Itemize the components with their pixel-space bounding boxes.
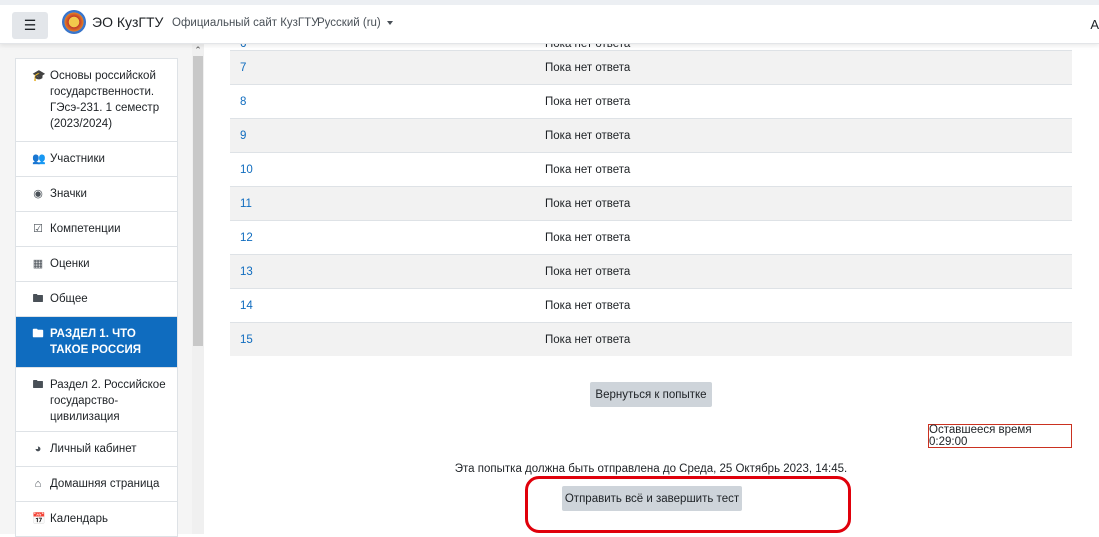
table-icon: ▦ xyxy=(32,258,44,270)
section-1-link[interactable]: 🖿 РАЗДЕЛ 1. ЧТО ТАКОЕ РОССИЯ xyxy=(16,317,177,368)
user-menu-cut[interactable]: А xyxy=(1090,17,1099,32)
return-to-attempt-button[interactable]: Вернуться к попытке xyxy=(590,382,712,407)
question-number-link[interactable]: 7 xyxy=(230,62,545,74)
attempt-summary-table: 6 Пока нет ответа 7 Пока нет ответа 8 Пока … xyxy=(230,38,1072,356)
hamburger-icon: ☰ xyxy=(23,17,37,33)
grades-link[interactable]: ▦ Оценки xyxy=(16,247,177,282)
question-status: Пока нет ответа xyxy=(545,265,631,278)
question-number-link[interactable]: 14 xyxy=(230,300,545,312)
language-label: Русский ‎(ru)‎ xyxy=(317,17,381,29)
question-status: Пока нет ответа xyxy=(545,333,631,346)
question-status: Пока нет ответа xyxy=(545,163,631,176)
course-title-link[interactable]: 🎓 Основы российской государственности. ГЭ… xyxy=(16,59,177,142)
folder-icon: 🖿 xyxy=(32,328,44,340)
home-link[interactable]: ⌂ Домашняя страница xyxy=(16,467,177,502)
time-remaining-box: Оставшееся время 0:29:00 xyxy=(928,424,1072,448)
question-number-link[interactable]: 15 xyxy=(230,334,545,346)
table-row: 7 Пока нет ответа xyxy=(230,50,1072,84)
checkbox-icon: ☑ xyxy=(33,223,43,235)
top-navbar: ☰ ЭО КузГТУ Официальный сайт КузГТУ Русс… xyxy=(0,0,1099,44)
shield-icon: ◉ xyxy=(33,188,43,200)
question-status: Пока нет ответа xyxy=(545,197,631,210)
question-number-link[interactable]: 8 xyxy=(230,96,545,108)
menu-toggle-button[interactable]: ☰ xyxy=(12,12,48,39)
site-brand[interactable]: ЭО КузГТУ xyxy=(92,14,163,30)
table-row: 9 Пока нет ответа xyxy=(230,118,1072,152)
participants-link[interactable]: 👥 Участники xyxy=(16,142,177,177)
submit-all-and-finish-button[interactable]: Отправить всё и завершить тест xyxy=(562,486,742,511)
question-number-link[interactable]: 13 xyxy=(230,266,545,278)
table-row: 11 Пока нет ответа xyxy=(230,186,1072,220)
language-menu[interactable]: Русский ‎(ru)‎ xyxy=(317,17,393,29)
question-number-link[interactable]: 9 xyxy=(230,130,545,142)
question-number-link[interactable]: 12 xyxy=(230,232,545,244)
deadline-notice: Эта попытка должна быть отправлена до Ср… xyxy=(454,463,848,475)
question-status: Пока нет ответа xyxy=(545,231,631,244)
drawer-scroll-thumb[interactable] xyxy=(193,56,203,346)
question-number-link[interactable]: 11 xyxy=(230,198,545,210)
table-row: 12 Пока нет ответа xyxy=(230,220,1072,254)
table-row: 10 Пока нет ответа xyxy=(230,152,1072,186)
table-row: 14 Пока нет ответа xyxy=(230,288,1072,322)
general-section-link[interactable]: 🖿 Общее xyxy=(16,282,177,317)
caret-down-icon xyxy=(386,20,393,25)
graduation-cap-icon: 🎓 xyxy=(32,70,46,82)
official-site-link[interactable]: Официальный сайт КузГТУ xyxy=(172,17,319,29)
home-icon: ⌂ xyxy=(34,478,42,490)
question-status: Пока нет ответа xyxy=(545,61,631,74)
badges-link[interactable]: ◉ Значки xyxy=(16,177,177,212)
course-nav-group: 🎓 Основы российской государственности. ГЭ… xyxy=(15,58,178,435)
table-row: 15 Пока нет ответа xyxy=(230,322,1072,356)
question-status: Пока нет ответа xyxy=(545,95,631,108)
scroll-up-arrow-icon[interactable]: ⌃ xyxy=(193,44,203,56)
question-number-link[interactable]: 10 xyxy=(230,164,545,176)
section-2-link[interactable]: 🖿 Раздел 2. Российское государство-цивили… xyxy=(16,368,177,434)
site-nav-group: ◕ Личный кабинет ⌂ Домашняя страница 📅 Кале… xyxy=(15,431,178,537)
folder-icon: 🖿 xyxy=(32,379,44,391)
dashboard-icon: ◕ xyxy=(34,443,42,455)
folder-icon: 🖿 xyxy=(32,293,44,305)
users-icon: 👥 xyxy=(32,153,46,165)
site-logo[interactable] xyxy=(62,10,86,34)
question-status: Пока нет ответа xyxy=(545,299,631,312)
dashboard-link[interactable]: ◕ Личный кабинет xyxy=(16,432,177,467)
calendar-link[interactable]: 📅 Календарь xyxy=(16,502,177,536)
table-row: 13 Пока нет ответа xyxy=(230,254,1072,288)
competencies-link[interactable]: ☑ Компетенции xyxy=(16,212,177,247)
calendar-icon: 📅 xyxy=(32,513,46,525)
table-row: 8 Пока нет ответа xyxy=(230,84,1072,118)
question-status: Пока нет ответа xyxy=(545,129,631,142)
